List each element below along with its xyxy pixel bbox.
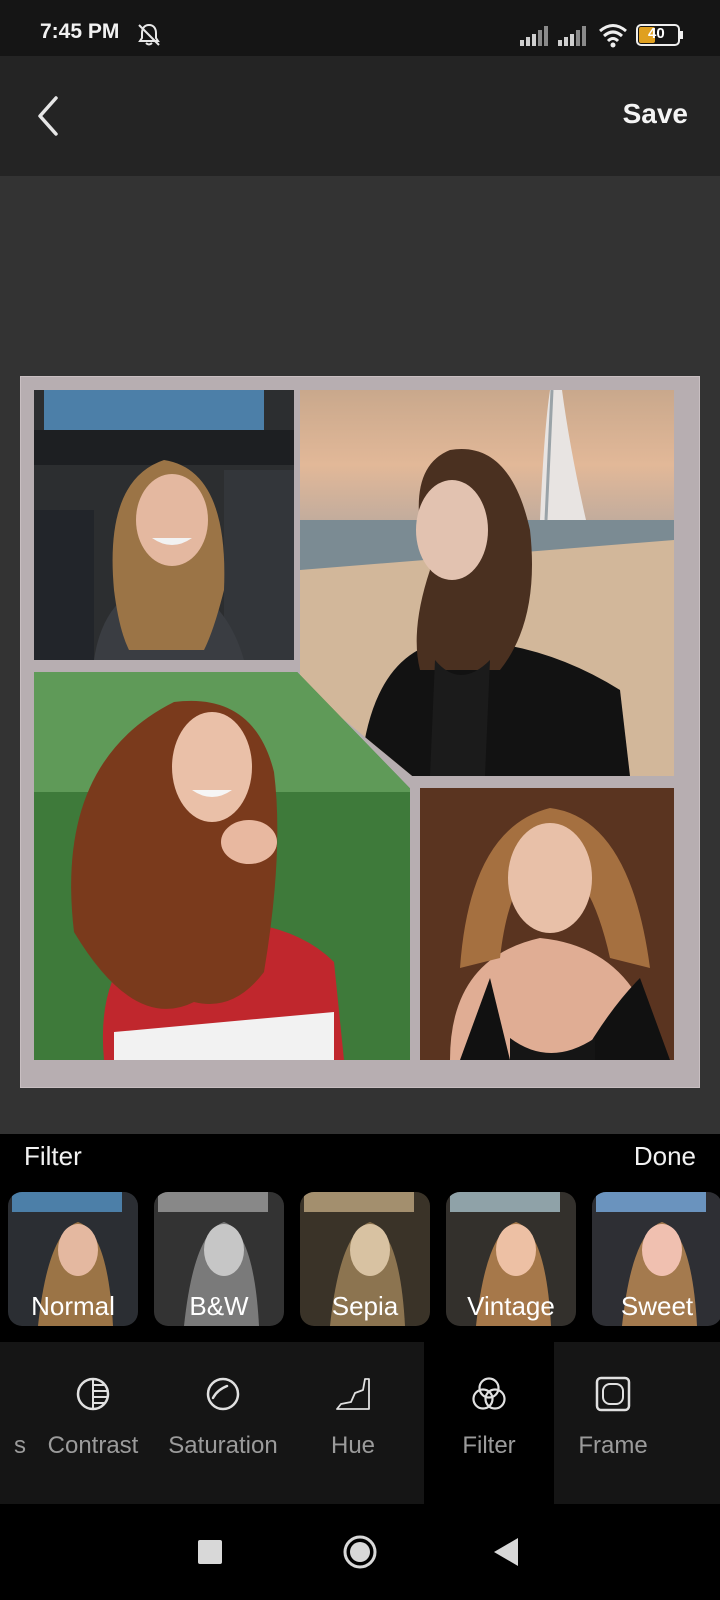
- collage-photo-3[interactable]: [34, 672, 410, 1060]
- filter-panel-title: Filter: [24, 1141, 82, 1171]
- tool-bar: s Contrast Saturation Hue Filter Frame: [0, 1342, 720, 1504]
- tool-label: Saturation: [168, 1432, 278, 1459]
- system-nav-bar: [0, 1504, 720, 1600]
- status-bar: 7:45 PM 40: [0, 0, 720, 56]
- app-bar: Save: [0, 56, 720, 176]
- filter-label: Sweet: [620, 1291, 694, 1321]
- filter-option-normal[interactable]: Normal: [8, 1192, 138, 1326]
- filter-strip: Normal B&W Sepia Vintage Sweet: [0, 1182, 720, 1342]
- tool-frame[interactable]: Frame: [548, 1342, 678, 1504]
- tool-label: Contrast: [47, 1432, 139, 1459]
- filter-option-vintage[interactable]: Vintage: [446, 1192, 576, 1326]
- collage-photo-2[interactable]: [300, 390, 674, 776]
- filter-option-bw[interactable]: B&W: [154, 1192, 284, 1326]
- tool-label: Frame: [578, 1432, 648, 1459]
- tool-contrast[interactable]: Contrast: [28, 1342, 158, 1504]
- back-arrow-icon: [38, 96, 58, 136]
- back-button[interactable]: [30, 92, 70, 140]
- collage-photo-4[interactable]: [420, 788, 674, 1060]
- collage-photo-1[interactable]: [34, 390, 294, 660]
- status-time: 7:45 PM: [40, 20, 120, 43]
- hue-icon: [336, 1378, 370, 1410]
- recents-square-icon[interactable]: [198, 1540, 222, 1564]
- home-circle-icon[interactable]: [342, 1534, 378, 1570]
- back-triangle-icon[interactable]: [494, 1538, 518, 1566]
- wifi-icon: [599, 24, 627, 48]
- filter-option-sepia[interactable]: Sepia: [300, 1192, 430, 1326]
- collage[interactable]: [20, 376, 700, 1088]
- tool-label: Filter: [462, 1432, 516, 1459]
- filter-label: Vintage: [467, 1291, 555, 1321]
- tool-filter[interactable]: Filter: [424, 1342, 554, 1504]
- signal-icon: [558, 26, 586, 46]
- filter-label: Normal: [31, 1291, 115, 1321]
- contrast-icon: [76, 1377, 110, 1411]
- signal-icon: [520, 26, 548, 46]
- filter-panel-header: Filter Done: [0, 1134, 720, 1182]
- filter-label: B&W: [189, 1291, 249, 1321]
- tool-hue[interactable]: Hue: [288, 1342, 418, 1504]
- filter-option-sweet[interactable]: Sweet: [592, 1192, 720, 1326]
- filter-icon: [472, 1377, 506, 1410]
- filter-label: Sepia: [331, 1291, 399, 1321]
- saturation-icon: [206, 1377, 240, 1411]
- mute-icon: [138, 23, 160, 46]
- tool-label: Hue: [330, 1432, 376, 1459]
- done-button[interactable]: Done: [634, 1141, 696, 1172]
- frame-icon: [595, 1376, 631, 1412]
- canvas-area: [0, 176, 720, 1134]
- save-button[interactable]: Save: [623, 98, 688, 130]
- battery-level: 40: [648, 25, 665, 42]
- tool-item-partial[interactable]: s: [14, 1432, 26, 1460]
- tool-saturation[interactable]: Saturation: [158, 1342, 288, 1504]
